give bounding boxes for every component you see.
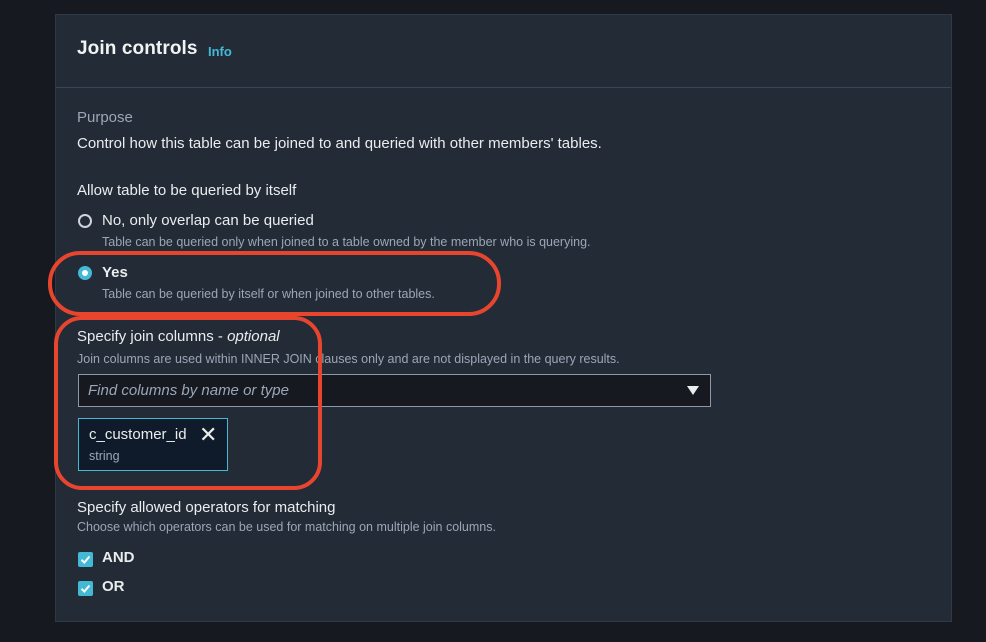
join-columns-label: Specify join columns - optional [77,328,280,345]
join-columns-placeholder: Find columns by name or type [88,382,289,399]
checkbox-and-label[interactable]: AND [102,549,135,566]
info-link[interactable]: Info [208,44,232,59]
join-columns-label-optional: optional [227,328,280,345]
caret-down-icon[interactable] [687,386,699,395]
check-icon [80,555,91,564]
purpose-label: Purpose [77,109,133,126]
operators-description: Choose which operators can be used for m… [77,520,496,534]
radio-no-overlap[interactable] [78,214,92,228]
operators-label: Specify allowed operators for matching [77,499,336,516]
close-icon[interactable]: ✕ [199,424,217,446]
join-columns-description: Join columns are used within INNER JOIN … [77,352,620,366]
radio-no-overlap-label[interactable]: No, only overlap can be queried [102,212,314,229]
checkbox-and[interactable] [78,552,93,567]
query-itself-label: Allow table to be queried by itself [77,182,297,199]
radio-yes-label[interactable]: Yes [102,264,128,281]
panel-title: Join controls [77,38,198,59]
join-column-token: c_customer_id string ✕ [78,418,228,471]
checkbox-or-label[interactable]: OR [102,578,125,595]
token-type: string [89,449,120,463]
radio-yes[interactable] [78,266,92,280]
check-icon [80,584,91,593]
join-columns-select[interactable]: Find columns by name or type [78,374,711,407]
join-columns-label-main: Specify join columns - [77,328,223,345]
radio-yes-description: Table can be queried by itself or when j… [102,287,435,301]
page-frame: Join controls Info Purpose Control how t… [0,0,986,642]
radio-no-overlap-description: Table can be queried only when joined to… [102,235,591,249]
purpose-text: Control how this table can be joined to … [77,135,602,152]
checkbox-or[interactable] [78,581,93,596]
join-controls-panel: Join controls Info Purpose Control how t… [55,14,952,622]
panel-header: Join controls Info [56,15,951,88]
token-name: c_customer_id [89,426,187,443]
